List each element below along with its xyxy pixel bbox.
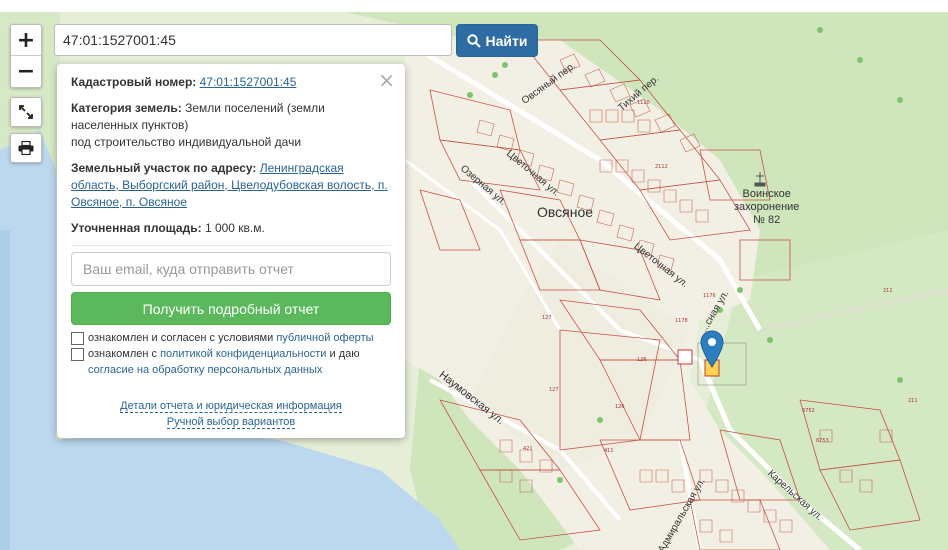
plot-number: 211: [908, 398, 918, 404]
close-icon[interactable]: ×: [378, 68, 395, 92]
get-report-button[interactable]: Получить подробный отчет: [71, 292, 391, 325]
top-strip: [0, 0, 948, 12]
parcel-info-popup: × Кадастровый номер: 47:01:1527001:45 Ка…: [57, 64, 405, 438]
plot-number: 1178: [675, 318, 688, 324]
plot-number: 6752: [802, 408, 815, 414]
divider: [71, 245, 391, 246]
fullscreen-button[interactable]: [10, 97, 42, 127]
zoom-in-button[interactable]: +: [11, 25, 41, 56]
print-icon: [18, 141, 34, 155]
area-value: 1 000 кв.м.: [204, 221, 265, 235]
category-label: Категория земель:: [71, 101, 182, 115]
category-value: под строительство индивидуальной дачи: [71, 135, 302, 149]
cadastral-label: Кадастровый номер:: [71, 75, 197, 89]
address-link[interactable]: Овсяное, п. Овсяное: [71, 195, 187, 209]
email-field[interactable]: [71, 252, 391, 286]
fullscreen-icon: [19, 105, 33, 119]
find-button[interactable]: Найти: [456, 24, 538, 57]
land-category-row: Категория земель: Земли поселений (земли…: [71, 100, 391, 151]
village-label: Овсяное: [537, 204, 594, 220]
plot-number: 126: [615, 404, 625, 410]
consent-privacy: ознакомлен с политикой конфиденциальност…: [71, 346, 391, 378]
privacy-policy-link[interactable]: политикой конфиденциальности: [160, 348, 326, 360]
plot-number: 1110: [637, 100, 650, 106]
consent-privacy-label: ознакомлен с политикой конфиденциальност…: [88, 348, 360, 376]
address-link[interactable]: Ленинградская: [260, 161, 344, 175]
consent-offer-checkbox[interactable]: [71, 332, 84, 345]
plot-number: 2112: [655, 164, 668, 170]
plot-number: 126: [637, 357, 647, 363]
consent-offer: ознакомлен и согласен с условиями публич…: [71, 330, 391, 346]
find-button-label: Найти: [485, 32, 528, 49]
manual-selection-link[interactable]: Ручной выбор вариантов: [166, 416, 296, 429]
address-row: Земельный участок по адресу: Ленинградск…: [71, 160, 391, 211]
search-icon: [466, 33, 481, 48]
plot-number: 127: [549, 387, 559, 393]
cadastral-search-input[interactable]: [54, 24, 452, 56]
cadastral-number-row: Кадастровый номер: 47:01:1527001:45: [71, 74, 391, 91]
cadastral-number-link[interactable]: 47:01:1527001:45: [200, 75, 297, 89]
area-row: Уточненная площадь: 1 000 кв.м.: [71, 220, 391, 237]
plot-number: 421: [523, 446, 533, 452]
consent-offer-label: ознакомлен и согласен с условиями публич…: [88, 332, 374, 344]
personal-data-consent-link[interactable]: согласие на обработку персональных данны…: [88, 364, 322, 376]
address-link[interactable]: область, Выборгский район, Цвелодубовска…: [71, 178, 388, 192]
address-label: Земельный участок по адресу:: [71, 161, 257, 175]
zoom-control: + −: [10, 24, 42, 88]
plot-number: 1176: [703, 293, 716, 299]
plot-number: 411: [604, 448, 614, 454]
print-button[interactable]: [10, 133, 42, 163]
cemetery-label: Воинское захоронение № 82: [734, 188, 800, 226]
category-value: Земли поселений (земли: [185, 101, 325, 115]
area-label: Уточненная площадь:: [71, 221, 202, 235]
plot-number: 127: [542, 315, 552, 321]
plot-number: 6753: [816, 438, 829, 444]
plot-number: 211: [883, 288, 893, 294]
zoom-out-button[interactable]: −: [11, 56, 41, 86]
report-details-link[interactable]: Детали отчета и юридическая информация: [120, 400, 342, 413]
map-marker-icon[interactable]: [700, 330, 724, 368]
category-value: населенных пунктов): [71, 118, 189, 132]
consent-privacy-checkbox[interactable]: [71, 348, 84, 361]
public-offer-link[interactable]: публичной оферты: [276, 332, 373, 344]
popup-links: Детали отчета и юридическая информация Р…: [71, 398, 391, 430]
